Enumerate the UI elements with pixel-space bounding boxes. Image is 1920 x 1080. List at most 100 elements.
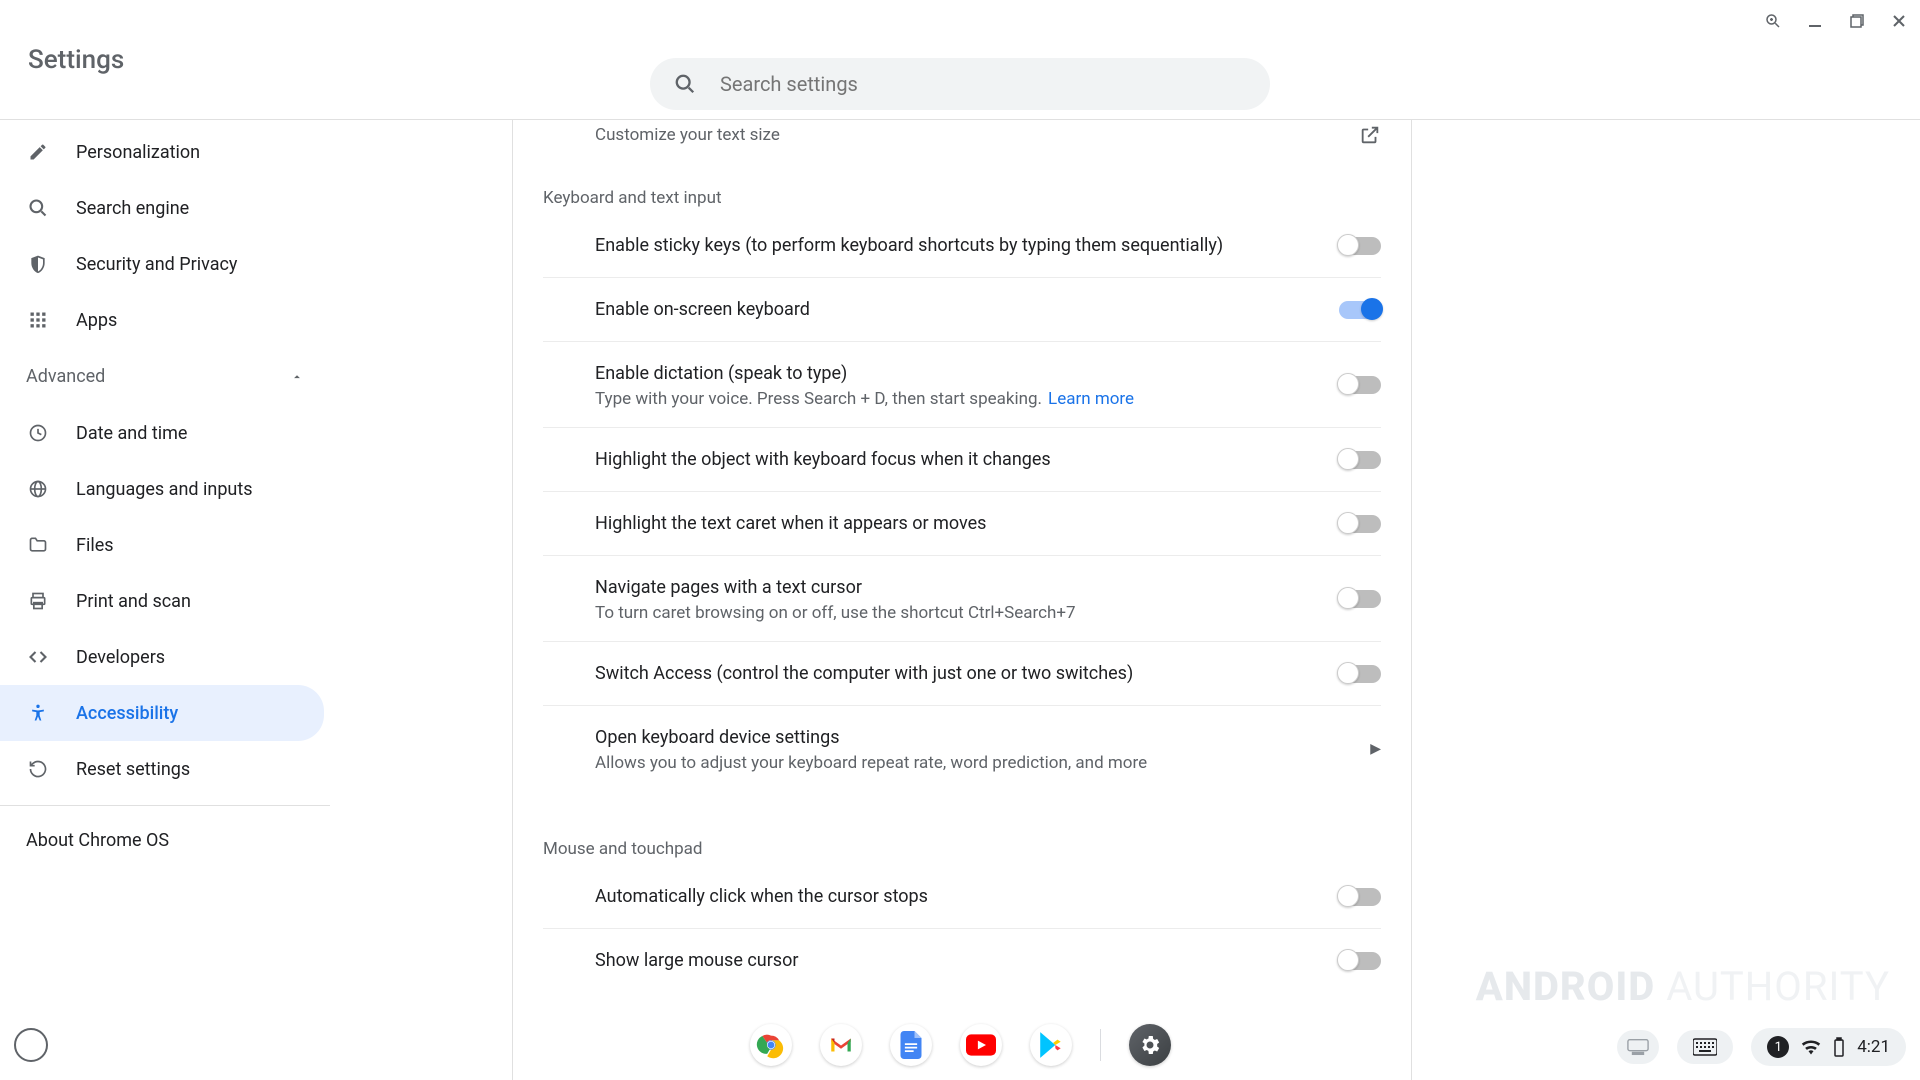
chevron-right-icon: ▶ — [1370, 741, 1381, 757]
close-icon[interactable] — [1890, 12, 1908, 30]
chevron-up-icon — [290, 370, 304, 384]
setting-label: Highlight the object with keyboard focus… — [595, 446, 1051, 473]
setting-label: Enable dictation (speak to type) — [595, 360, 1134, 387]
sidebar-item-label: Accessibility — [76, 703, 178, 724]
setting-row-sticky-keys: Enable sticky keys (to perform keyboard … — [543, 214, 1381, 278]
setting-row-autoclick: Automatically click when the cursor stop… — [543, 865, 1381, 929]
folder-icon — [26, 533, 50, 557]
setting-sub: To turn caret browsing on or off, use th… — [595, 603, 1076, 623]
search-icon — [26, 196, 50, 220]
settings-app-icon[interactable] — [1129, 1024, 1171, 1066]
sidebar-advanced-label: Advanced — [26, 366, 105, 387]
setting-label: Enable sticky keys (to perform keyboard … — [595, 232, 1223, 259]
toggle-dictation[interactable] — [1339, 376, 1381, 394]
section-title-keyboard: Keyboard and text input — [543, 168, 1381, 214]
play-store-icon[interactable] — [1030, 1024, 1072, 1066]
sidebar-item-files[interactable]: Files — [0, 517, 324, 573]
setting-label: Show large mouse cursor — [595, 947, 798, 974]
tray-ime[interactable] — [1617, 1030, 1659, 1064]
gmail-icon[interactable] — [820, 1024, 862, 1066]
setting-label: Highlight the text caret when it appears… — [595, 510, 986, 537]
toggle-highlight-focus[interactable] — [1339, 451, 1381, 469]
sidebar-item-print[interactable]: Print and scan — [0, 573, 324, 629]
sidebar-item-label: Print and scan — [76, 591, 191, 612]
setting-row-caret-browsing: Navigate pages with a text cursor To tur… — [543, 556, 1381, 642]
toggle-sticky-keys[interactable] — [1339, 237, 1381, 255]
setting-label: Enable on-screen keyboard — [595, 296, 810, 323]
sidebar-item-languages[interactable]: Languages and inputs — [0, 461, 324, 517]
zoom-icon[interactable] — [1764, 12, 1782, 30]
toggle-switch-access[interactable] — [1339, 665, 1381, 683]
accessibility-icon — [26, 701, 50, 725]
code-icon — [26, 645, 50, 669]
printer-icon — [26, 589, 50, 613]
setting-sub: Customize your text size — [595, 125, 780, 145]
chrome-icon[interactable] — [750, 1024, 792, 1066]
sidebar-item-label: Developers — [76, 647, 165, 668]
sidebar: Personalization Search engine Security a… — [0, 120, 330, 1080]
setting-label: Navigate pages with a text cursor — [595, 574, 1076, 601]
toggle-onscreen-keyboard[interactable] — [1339, 301, 1381, 319]
sidebar-item-developers[interactable]: Developers — [0, 629, 324, 685]
setting-label: Switch Access (control the computer with… — [595, 660, 1133, 687]
tray-keyboard[interactable] — [1677, 1030, 1733, 1064]
sidebar-item-label: Search engine — [76, 198, 189, 219]
setting-sub: Allows you to adjust your keyboard repea… — [595, 753, 1147, 773]
pencil-icon — [26, 140, 50, 164]
notification-badge: 1 — [1767, 1036, 1789, 1058]
sidebar-item-apps[interactable]: Apps — [0, 292, 324, 348]
sidebar-advanced-toggle[interactable]: Advanced — [0, 348, 330, 405]
search-bar[interactable] — [650, 58, 1270, 110]
sidebar-item-accessibility[interactable]: Accessibility — [0, 685, 324, 741]
settings-panel: Customize your text size Keyboard and te… — [512, 120, 1412, 1080]
search-input[interactable] — [720, 72, 1246, 96]
shield-icon — [26, 252, 50, 276]
sidebar-item-personalization[interactable]: Personalization — [0, 124, 324, 180]
toggle-highlight-caret[interactable] — [1339, 515, 1381, 533]
sidebar-item-label: Personalization — [76, 142, 200, 163]
sidebar-item-label: About Chrome OS — [26, 830, 169, 851]
minimize-icon[interactable] — [1806, 12, 1824, 30]
setting-row-switch-access: Switch Access (control the computer with… — [543, 642, 1381, 706]
tray-status[interactable]: 1 4:21 — [1751, 1028, 1906, 1066]
maximize-icon[interactable] — [1848, 12, 1866, 30]
grid-icon — [26, 308, 50, 332]
setting-label: Automatically click when the cursor stop… — [595, 883, 928, 910]
battery-icon — [1833, 1037, 1845, 1057]
setting-row-large-cursor: Show large mouse cursor — [543, 929, 1381, 992]
toggle-caret-browsing[interactable] — [1339, 590, 1381, 608]
setting-sub: Type with your voice. Press Search + D, … — [595, 389, 1134, 409]
sidebar-item-reset[interactable]: Reset settings — [0, 741, 324, 797]
globe-icon — [26, 477, 50, 501]
sidebar-item-date-time[interactable]: Date and time — [0, 405, 324, 461]
setting-row-dictation: Enable dictation (speak to type) Type wi… — [543, 342, 1381, 428]
youtube-icon[interactable] — [960, 1024, 1002, 1066]
clock-icon — [26, 421, 50, 445]
learn-more-link[interactable]: Learn more — [1048, 389, 1134, 409]
keyboard-icon — [1693, 1038, 1717, 1056]
page-title: Settings — [28, 45, 124, 75]
setting-row-highlight-focus: Highlight the object with keyboard focus… — [543, 428, 1381, 492]
toggle-large-cursor[interactable] — [1339, 952, 1381, 970]
toggle-autoclick[interactable] — [1339, 888, 1381, 906]
sidebar-item-label: Date and time — [76, 423, 187, 444]
setting-row-text-size[interactable]: Customize your text size — [543, 120, 1381, 168]
sidebar-item-label: Security and Privacy — [76, 254, 237, 275]
external-link-icon[interactable] — [1359, 124, 1381, 146]
sidebar-divider — [0, 805, 330, 806]
docs-icon[interactable] — [890, 1024, 932, 1066]
setting-row-keyboard-device-settings[interactable]: Open keyboard device settings Allows you… — [543, 706, 1381, 791]
setting-row-onscreen-keyboard: Enable on-screen keyboard — [543, 278, 1381, 342]
search-icon — [674, 73, 696, 95]
sidebar-item-label: Languages and inputs — [76, 479, 253, 500]
section-title-mouse: Mouse and touchpad — [543, 819, 1381, 865]
sidebar-item-security[interactable]: Security and Privacy — [0, 236, 324, 292]
sidebar-item-about[interactable]: About Chrome OS — [0, 814, 324, 867]
setting-row-highlight-caret: Highlight the text caret when it appears… — [543, 492, 1381, 556]
tray-time: 4:21 — [1857, 1037, 1890, 1057]
sidebar-item-search-engine[interactable]: Search engine — [0, 180, 324, 236]
setting-label: Open keyboard device settings — [595, 724, 1147, 751]
launcher-icon[interactable] — [14, 1028, 48, 1062]
shelf-divider — [1100, 1029, 1101, 1061]
wifi-icon — [1801, 1039, 1821, 1055]
